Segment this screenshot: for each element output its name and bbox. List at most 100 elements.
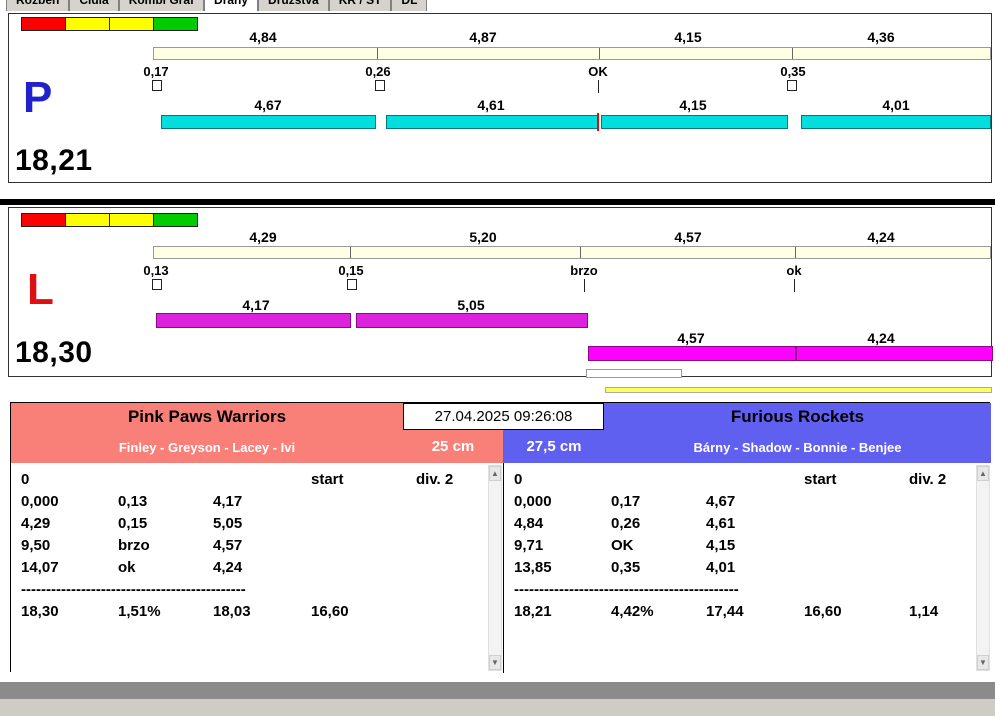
table-cell: [611, 469, 706, 491]
team-members-left: Finley - Greyson - Lacey - Ivi: [118, 440, 296, 455]
table-cell: 1,51%: [118, 603, 161, 620]
dog-run-bar: [796, 346, 993, 361]
lane-panel-p: 4,84 4,87 4,15 4,36 0,17 0,26 OK 0,35 4,…: [8, 13, 992, 183]
start-light-icon: [153, 17, 198, 31]
table-cell: 4,84: [514, 515, 544, 532]
dog-run-bar: [156, 313, 351, 328]
jump-height-right: 27,5 cm: [526, 438, 582, 455]
table-cell: [118, 469, 213, 491]
split-top-label: 4,57: [674, 229, 702, 245]
tab-kombi-graf[interactable]: Kombi Graf: [118, 0, 205, 11]
table-separator-row: ----------------------------------------…: [11, 579, 503, 601]
lane-total-time: 18,30: [15, 336, 93, 369]
table-cell: 0,26: [611, 515, 641, 532]
change-time-label: 0,13: [143, 263, 169, 278]
table-cell: 9,71: [514, 537, 544, 554]
start-light-icon: [21, 213, 66, 227]
table-cell: 0,13: [118, 493, 148, 510]
table-row: 0,000 0,17 4,67: [504, 491, 991, 513]
table-cell: 0,15: [118, 515, 148, 532]
table-cell: 0,17: [611, 493, 641, 510]
time-axis-bar: [153, 47, 991, 60]
change-marker-box: [787, 80, 797, 91]
split-bottom-label: 4,01: [882, 97, 910, 113]
table-separator-row: ----------------------------------------…: [504, 579, 991, 601]
start-light-icon: [65, 17, 110, 31]
separator-dashes: ----------------------------------------…: [21, 581, 246, 598]
table-cell: 5,05: [213, 515, 243, 532]
change-time-label: brzo: [570, 263, 598, 278]
scrollbar[interactable]: ▲ ▼: [488, 465, 502, 671]
table-cell: OK: [611, 537, 634, 554]
split-bottom-label: 4,15: [679, 97, 707, 113]
change-time-label: ok: [786, 263, 802, 278]
lane-total-time: 18,21: [15, 144, 93, 177]
team-members-right: Bárny - Shadow - Bonnie - Benjee: [693, 440, 902, 455]
jump-height-left: 25 cm: [431, 438, 475, 455]
scroll-up-icon[interactable]: ▲: [489, 466, 501, 481]
table-cell: 4,24: [213, 559, 243, 576]
change-time-label: 0,35: [780, 64, 806, 79]
table-cell: [213, 469, 311, 491]
table-row: 9,50 brzo 4,57: [11, 535, 503, 557]
table-cell: 0: [514, 471, 523, 488]
table-totals-row: 18,21 4,42% 17,44 16,60 1,14: [504, 601, 991, 623]
split-top-label: 4,36: [867, 29, 895, 45]
start-light-icon: [21, 17, 66, 31]
dog-run-bar: [161, 115, 376, 129]
dog-run-bar: [386, 115, 598, 129]
indicator-box: [586, 369, 682, 378]
tabs-row: Rozbeh Čidla Kombi Graf Dráhy Družstva K…: [0, 0, 995, 11]
start-light-icon: [65, 213, 110, 227]
lane-letter: L: [27, 265, 54, 314]
tab-rozbeh[interactable]: Rozbeh: [6, 0, 70, 11]
tab-drahy[interactable]: Dráhy: [204, 0, 259, 11]
split-top-label: 4,87: [469, 29, 497, 45]
axis-divider: [792, 48, 793, 59]
table-cell: start: [311, 471, 344, 488]
table-cell: 18,30: [21, 603, 59, 620]
scroll-down-icon[interactable]: ▼: [489, 655, 501, 670]
table-row: 9,71 OK 4,15: [504, 535, 991, 557]
split-top-label: 4,24: [867, 229, 895, 245]
split-bottom-label: 4,61: [477, 97, 505, 113]
table-cell: 13,85: [514, 559, 552, 576]
start-light-icon: [109, 213, 154, 227]
table-cell: 14,07: [21, 559, 59, 576]
table-cell: 4,15: [706, 537, 736, 554]
table-cell: start: [804, 471, 837, 488]
separator-dashes: ----------------------------------------…: [514, 581, 739, 598]
tab-bar: Rozbeh Čidla Kombi Graf Dráhy Družstva K…: [0, 0, 995, 11]
change-marker-tick: [794, 279, 795, 292]
tab-dl[interactable]: DL: [391, 0, 428, 11]
change-time-label: 0,26: [365, 64, 391, 79]
axis-divider: [377, 48, 378, 59]
tab-druzstva[interactable]: Družstva: [258, 0, 329, 11]
start-light-icon: [153, 213, 198, 227]
table-cell: brzo: [118, 537, 150, 554]
scroll-down-icon[interactable]: ▼: [977, 655, 989, 670]
table-cell: [706, 469, 804, 491]
table-cell: 4,61: [706, 515, 736, 532]
table-cell: 0: [21, 471, 30, 488]
lane-letter: P: [23, 73, 53, 122]
split-bottom-label: 4,67: [254, 97, 282, 113]
split-top-label: 4,84: [249, 29, 277, 45]
axis-divider: [795, 247, 796, 258]
dog-run-bar: [356, 313, 588, 328]
datetime-display: 27.04.2025 09:26:08: [403, 403, 604, 430]
split-top-label: 5,20: [469, 229, 497, 245]
split-top-label: 4,29: [249, 229, 277, 245]
split-top-label: 4,15: [674, 29, 702, 45]
results-table-right: 0 start div. 2 0,000 0,17 4,67 4,84 0,26…: [503, 463, 991, 673]
table-cell: 18,03: [213, 603, 251, 620]
tab-cidla[interactable]: Čidla: [69, 0, 119, 11]
scroll-up-icon[interactable]: ▲: [977, 466, 989, 481]
scrollbar[interactable]: ▲ ▼: [976, 465, 990, 671]
status-bar: [0, 682, 995, 699]
tab-kr-st[interactable]: KR / ST: [328, 0, 392, 11]
panel-separator: [0, 199, 995, 205]
change-time-label: 0,15: [338, 263, 364, 278]
table-header-row: 0 start div. 2: [504, 469, 991, 491]
table-cell: 4,01: [706, 559, 736, 576]
